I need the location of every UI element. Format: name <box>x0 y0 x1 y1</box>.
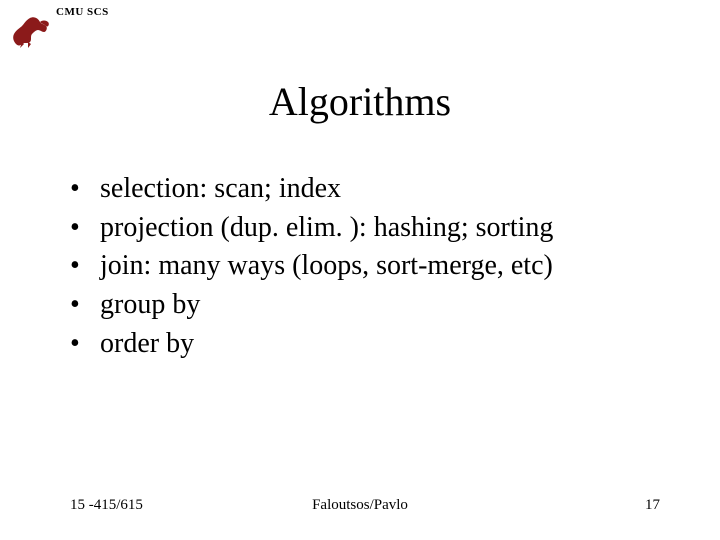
list-item: selection: scan; index <box>70 170 680 209</box>
bullet-list: selection: scan; index projection (dup. … <box>70 170 680 363</box>
footer: 15 -415/615 Faloutsos/Pavlo 17 <box>0 497 720 514</box>
cmu-dragon-icon <box>10 14 52 50</box>
header: CMU SCS <box>56 6 109 18</box>
slide-title: Algorithms <box>0 78 720 125</box>
org-label: CMU SCS <box>56 6 109 18</box>
list-item: order by <box>70 325 680 364</box>
course-number: 15 -415/615 <box>70 497 143 514</box>
page-number: 17 <box>645 497 660 514</box>
list-item: group by <box>70 286 680 325</box>
list-item: join: many ways (loops, sort-merge, etc) <box>70 247 680 286</box>
authors: Faloutsos/Pavlo <box>312 497 408 514</box>
list-item: projection (dup. elim. ): hashing; sorti… <box>70 209 680 248</box>
